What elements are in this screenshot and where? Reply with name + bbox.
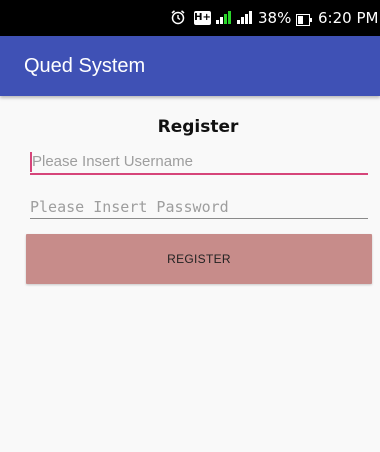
password-field[interactable]	[30, 195, 368, 219]
status-bar: H+ 38% 6:20 PM	[0, 0, 380, 36]
hplus-icon: H+	[194, 11, 211, 25]
app-bar: Qued System	[0, 36, 380, 96]
app-screen: H+ 38% 6:20 PM Qued System Register Plea…	[0, 0, 380, 452]
alarm-icon	[170, 9, 186, 25]
signal-icon-2	[236, 9, 254, 25]
register-heading: Register	[157, 117, 239, 137]
password-underline	[30, 218, 368, 219]
signal-icon	[215, 9, 233, 25]
clock: 6:20 PM	[318, 9, 379, 27]
register-button[interactable]: REGISTER	[26, 234, 372, 284]
username-underline	[30, 173, 368, 175]
battery-icon	[296, 12, 312, 26]
battery-percent: 38%	[258, 9, 292, 27]
app-title: Qued System	[24, 55, 146, 77]
username-field[interactable]	[30, 150, 368, 174]
